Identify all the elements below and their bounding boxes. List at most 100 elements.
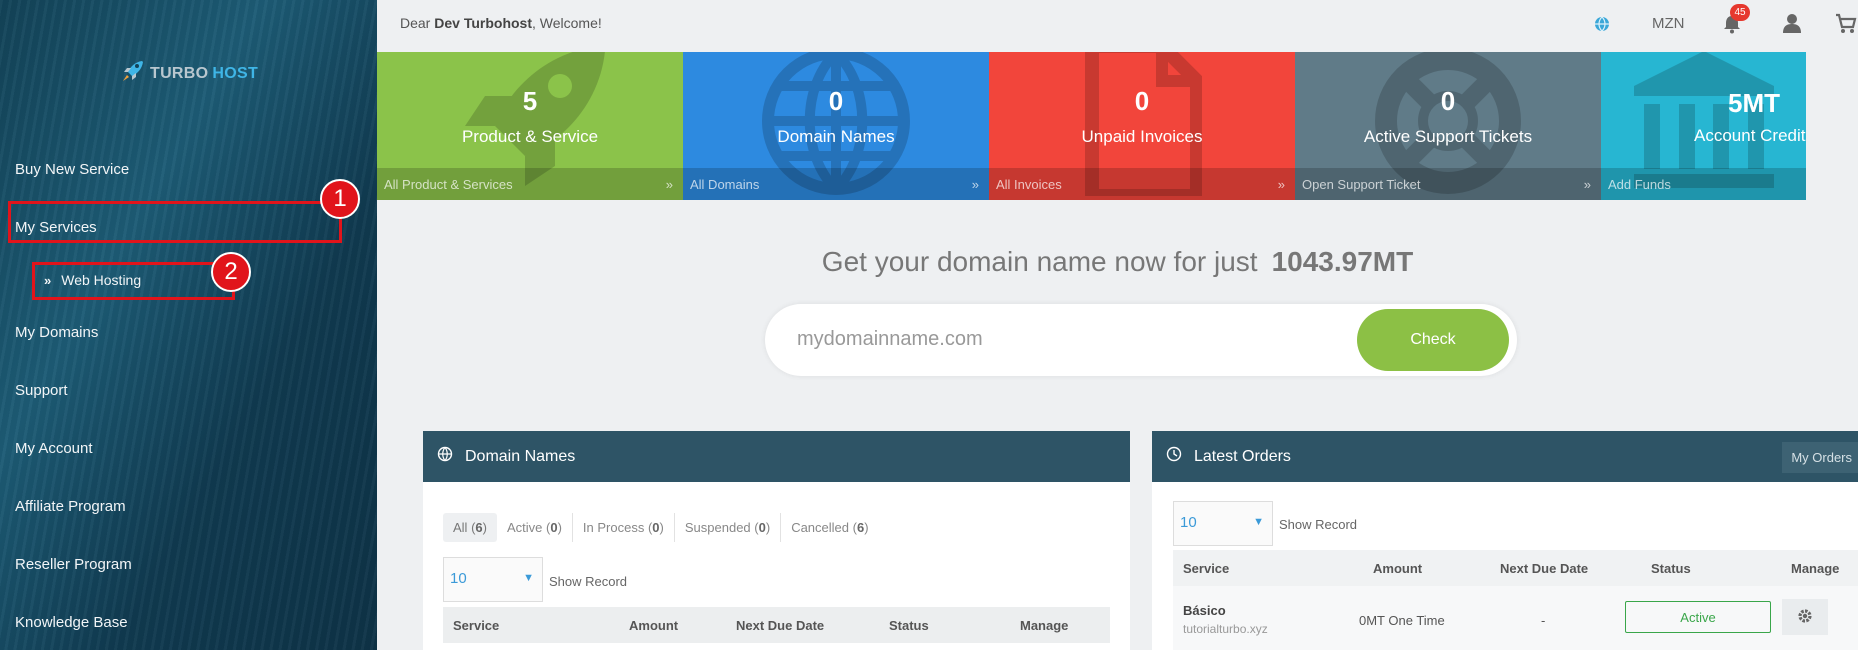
show-record-label: Show Record — [549, 574, 628, 589]
double-chevron-right-icon: » — [971, 176, 979, 192]
order-due-date: - — [1541, 613, 1546, 628]
user-name: Dev Turbohost — [434, 15, 532, 31]
page-size-value: 10 — [450, 570, 467, 587]
domain-search-input[interactable]: mydomainname.com — [797, 328, 983, 351]
notification-badge: 45 — [1730, 4, 1750, 21]
order-amount: 0MT One Time — [1359, 613, 1445, 628]
tile-label: Active Support Tickets — [1363, 127, 1533, 146]
domain-page-size-select[interactable]: 10 ▼ — [443, 557, 543, 602]
filter-all[interactable]: All (6) — [443, 513, 497, 542]
tile-footer-link[interactable]: All Product & Services » — [377, 168, 683, 200]
tile-footer-link[interactable]: Add Funds — [1601, 168, 1806, 200]
stat-tiles: 5 Product & Service All Product & Servic… — [377, 52, 1806, 200]
sidebar-item-support[interactable]: Support — [15, 382, 68, 399]
sidebar-item-my-domains[interactable]: My Domains — [15, 324, 98, 341]
tile-link-text: All Product & Services — [384, 176, 513, 192]
sidebar-item-affiliate-program[interactable]: Affiliate Program — [15, 498, 126, 515]
chevron-down-icon: ▼ — [523, 572, 534, 584]
col-next-due-date[interactable]: Next Due Date — [736, 618, 824, 633]
domain-price: 1043.97MT — [1271, 246, 1414, 277]
check-button[interactable]: Check — [1357, 309, 1509, 371]
tile-label: Account Credits — [1694, 126, 1806, 145]
clock-icon — [1166, 446, 1182, 467]
panel-title: Latest Orders — [1194, 447, 1291, 465]
col-status[interactable]: Status — [1651, 561, 1691, 576]
globe-icon — [437, 446, 453, 467]
sidebar-item-reseller-program[interactable]: Reseller Program — [15, 556, 132, 573]
filter-cancelled[interactable]: Cancelled (6) — [781, 513, 878, 542]
tile-support-tickets[interactable]: 0 Active Support Tickets Open Support Ti… — [1295, 52, 1601, 200]
rocket-logo-icon — [120, 58, 146, 89]
col-next-due-date[interactable]: Next Due Date — [1500, 561, 1588, 576]
orders-table-header: Service Amount Next Due Date Status Mana… — [1173, 550, 1858, 586]
domain-search-box: mydomainname.com Check — [765, 304, 1517, 376]
currency-selector[interactable]: MZN — [1652, 15, 1685, 32]
domain-filter-tabs: All (6) Active (0) In Process (0) Suspen… — [443, 513, 879, 542]
user-icon[interactable] — [1782, 13, 1802, 38]
callout-number-2: 2 — [211, 252, 251, 292]
tile-link-text: Open Support Ticket — [1302, 176, 1421, 192]
panel-header: Domain Names — [423, 431, 1130, 482]
filter-active[interactable]: Active (0) — [497, 513, 573, 542]
col-manage[interactable]: Manage — [1791, 561, 1839, 576]
tile-unpaid-invoices[interactable]: 0 Unpaid Invoices All Invoices » — [989, 52, 1295, 200]
tile-count: 5 — [522, 86, 538, 116]
sidebar-item-knowledge-base[interactable]: Knowledge Base — [15, 614, 128, 631]
panel-title: Domain Names — [465, 447, 576, 465]
double-chevron-right-icon: » — [1583, 176, 1591, 192]
cart-icon[interactable] — [1835, 13, 1857, 40]
tile-footer-link[interactable]: All Domains » — [683, 168, 989, 200]
tile-label: Product & Service — [461, 127, 599, 146]
domain-names-panel: Domain Names All (6) Active (0) In Proce… — [423, 431, 1130, 650]
my-orders-button[interactable]: My Orders — [1782, 442, 1858, 473]
tile-count: 0 — [1440, 86, 1456, 116]
tile-label: Unpaid Invoices — [1081, 127, 1203, 146]
filter-in-process[interactable]: In Process (0) — [573, 513, 675, 542]
tile-count: 0 — [828, 86, 844, 116]
orders-page-size-select[interactable]: 10 ▼ — [1173, 501, 1273, 546]
logo-text-host: HOST — [212, 64, 259, 82]
filter-suspended[interactable]: Suspended (0) — [675, 513, 782, 542]
manage-button[interactable] — [1782, 599, 1828, 635]
globe-icon[interactable] — [1594, 16, 1610, 37]
col-service[interactable]: Service — [453, 618, 499, 633]
tile-footer-link[interactable]: Open Support Ticket » — [1295, 168, 1601, 200]
chevron-down-icon: ▼ — [1253, 516, 1264, 528]
domain-table-header: Service Amount Next Due Date Status Mana… — [443, 607, 1110, 643]
callout-box-1 — [8, 201, 342, 243]
tile-footer-link[interactable]: All Invoices » — [989, 168, 1295, 200]
col-status[interactable]: Status — [889, 618, 929, 633]
logo[interactable]: TURBO HOST — [120, 58, 258, 89]
tile-link-text: All Domains — [690, 176, 760, 192]
domain-search-title: Get your domain name now for just 1043.97… — [377, 246, 1858, 278]
double-chevron-right-icon: » — [665, 176, 673, 192]
order-domain: tutorialturbo.xyz — [1183, 622, 1268, 636]
callout-box-2 — [32, 262, 235, 300]
latest-orders-panel: Latest Orders My Orders 10 ▼ Show Record… — [1152, 431, 1858, 650]
col-manage[interactable]: Manage — [1020, 618, 1068, 633]
sidebar-item-my-account[interactable]: My Account — [15, 440, 93, 457]
col-service[interactable]: Service — [1183, 561, 1229, 576]
order-service-name: Básico — [1183, 603, 1226, 618]
col-amount[interactable]: Amount — [1373, 561, 1422, 576]
status-badge: Active — [1625, 601, 1771, 633]
welcome-message: Dear Dev Turbohost, Welcome! — [400, 15, 602, 31]
table-row: Básico tutorialturbo.xyz 0MT One Time - … — [1173, 586, 1858, 650]
top-bar: Dear Dev Turbohost, Welcome! MZN 45 — [377, 0, 1858, 52]
tile-products-services[interactable]: 5 Product & Service All Product & Servic… — [377, 52, 683, 200]
greeting-suffix: , Welcome! — [532, 15, 602, 31]
tile-domain-names[interactable]: 0 Domain Names All Domains » — [683, 52, 989, 200]
tile-count: 5MT — [1728, 88, 1780, 118]
show-record-label: Show Record — [1279, 517, 1358, 532]
domain-search-title-text: Get your domain name now for just — [821, 246, 1258, 277]
tile-link-text: Add Funds — [1608, 176, 1671, 192]
greeting-prefix: Dear — [400, 15, 431, 31]
col-amount[interactable]: Amount — [629, 618, 678, 633]
panel-header: Latest Orders My Orders — [1152, 431, 1858, 482]
callout-number-1: 1 — [320, 179, 360, 219]
sidebar: TURBO HOST Buy New Service My Services » … — [0, 0, 377, 650]
sidebar-item-buy-new-service[interactable]: Buy New Service — [15, 161, 129, 178]
tile-count: 0 — [1134, 86, 1150, 116]
tile-account-credits[interactable]: 5MT Account Credits Add Funds — [1601, 52, 1806, 200]
logo-text-turbo: TURBO — [150, 64, 209, 82]
